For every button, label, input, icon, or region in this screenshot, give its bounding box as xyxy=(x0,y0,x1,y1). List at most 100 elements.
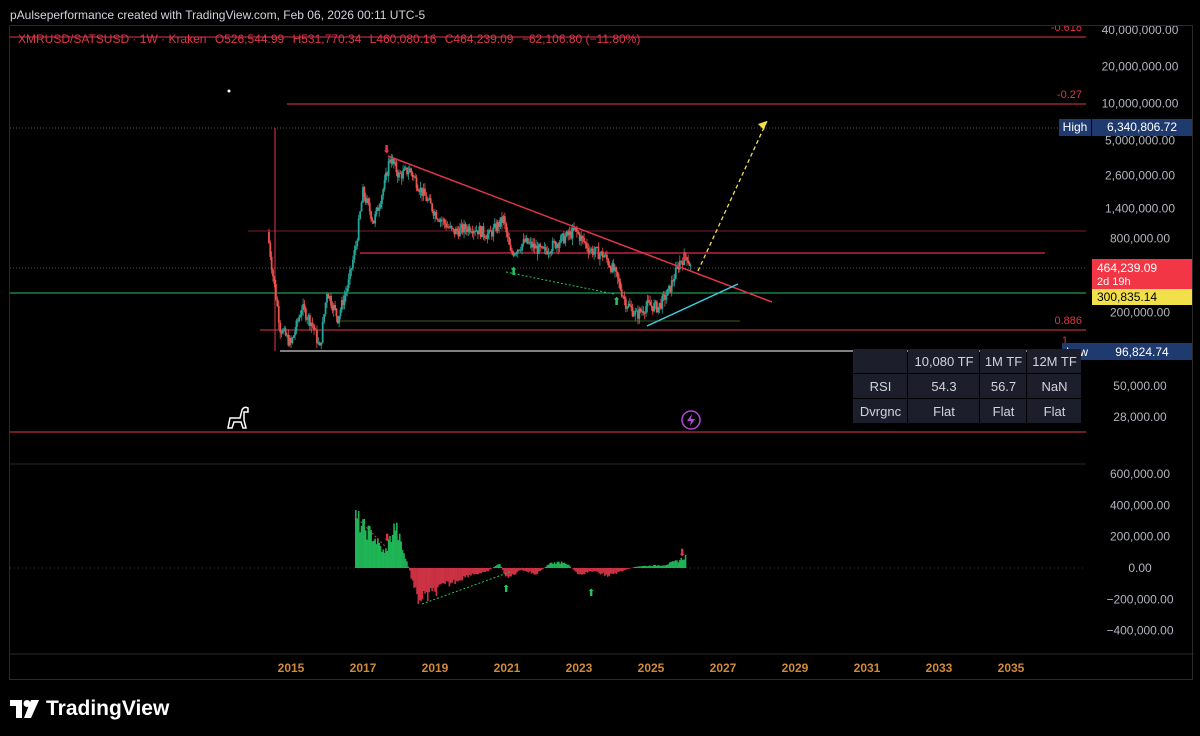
histogram-bar xyxy=(683,559,685,568)
histogram-bar xyxy=(503,568,505,574)
histogram-bar xyxy=(410,568,413,579)
marker-dot xyxy=(227,89,231,93)
candle-body xyxy=(528,242,531,244)
candle-body xyxy=(381,195,383,205)
histogram-bar xyxy=(428,568,431,593)
ind-buy-arrow-1: ⬆ xyxy=(502,584,510,595)
candle-body xyxy=(464,224,467,230)
histogram-bar xyxy=(609,568,612,574)
histogram-bar xyxy=(444,568,446,584)
candle-body xyxy=(304,308,307,320)
x-tick-label: 2019 xyxy=(422,661,449,675)
histogram-bar xyxy=(634,566,636,568)
histogram-bar xyxy=(487,568,490,572)
histogram-bar xyxy=(627,568,629,570)
candle-body xyxy=(615,267,618,272)
histogram-bar xyxy=(530,568,533,574)
candle-body xyxy=(551,240,554,251)
candle-body xyxy=(363,187,366,198)
indicator-axis: 600,000.00 400,000.00 200,000.00 0.00 −200,0… xyxy=(1106,467,1173,638)
histogram-bar xyxy=(398,533,401,568)
histogram-bar xyxy=(396,522,398,568)
legend-close: C464,239.09 xyxy=(445,32,514,46)
candle-body xyxy=(626,307,629,309)
histogram-bar xyxy=(608,568,611,576)
histogram-bar xyxy=(519,568,521,571)
candle-body xyxy=(407,172,410,175)
y-tick-label: 20,000,000.00 xyxy=(1102,60,1179,74)
candle-body xyxy=(387,161,390,176)
candle-body xyxy=(345,291,347,296)
histogram-bar xyxy=(677,562,680,568)
x-tick-label: 2017 xyxy=(350,661,377,675)
ind-buy-arrow-2: ⬆ xyxy=(587,588,595,599)
price-axis: 40,000,000.00 20,000,000.00 10,000,000.00 5… xyxy=(1102,23,1179,424)
tradingview-logo[interactable]: TradingView xyxy=(10,694,169,724)
histogram-bar xyxy=(451,568,454,583)
chart-svg[interactable]: XMRUSD/SATSUSD · 1W · Kraken O526,544.99… xyxy=(10,22,1194,681)
histogram-bar xyxy=(611,568,613,574)
candle-body xyxy=(424,188,426,196)
histogram-bar xyxy=(664,565,667,568)
histogram-bar xyxy=(617,568,619,572)
histogram-bar xyxy=(400,541,402,568)
candle-body xyxy=(353,250,356,260)
candle-body xyxy=(284,328,287,336)
candle-body xyxy=(564,236,567,244)
histogram-bar xyxy=(439,568,442,585)
histogram-bar xyxy=(549,562,551,568)
histogram-bar xyxy=(478,568,481,574)
candle-body xyxy=(482,226,485,236)
chart-panel[interactable]: XMRUSD/SATSUSD · 1W · Kraken O526,544.99… xyxy=(9,22,1194,681)
indicator-y-tick-label: −200,000.00 xyxy=(1106,592,1173,606)
histogram-bar xyxy=(658,565,661,568)
histogram-bar xyxy=(480,568,482,574)
sell-arrow-2017: ⬇ xyxy=(382,144,391,156)
candle-body xyxy=(459,227,461,237)
table-cell-text: 54.3 xyxy=(931,379,956,394)
candle-body xyxy=(294,331,296,336)
histogram-bar xyxy=(558,561,560,568)
histogram-bar xyxy=(529,568,531,572)
svg-text:High: High xyxy=(1063,120,1088,134)
histogram-bar xyxy=(535,568,537,575)
histogram-bar xyxy=(641,565,644,568)
candle-body xyxy=(608,265,611,268)
histogram-bar xyxy=(394,530,397,568)
histogram-bar xyxy=(445,568,448,582)
histogram-bar xyxy=(673,561,675,568)
histogram-bar xyxy=(589,568,592,572)
histogram-bar xyxy=(470,568,472,576)
histogram-bar xyxy=(501,568,504,570)
x-tick-label: 2027 xyxy=(710,661,737,675)
histogram-bar xyxy=(640,566,642,568)
table-cell-text: 1M TF xyxy=(985,354,1022,369)
candle-body xyxy=(689,265,692,267)
histogram-bar xyxy=(473,568,475,575)
histogram-bar xyxy=(679,560,681,568)
candle-body xyxy=(339,309,342,316)
histogram-bar xyxy=(676,560,678,568)
histogram-bar xyxy=(674,560,677,568)
candle-body xyxy=(410,168,413,173)
histogram-bar xyxy=(539,568,541,571)
histogram-bar xyxy=(442,568,445,584)
x-tick-label: 2035 xyxy=(998,661,1025,675)
histogram-bar xyxy=(490,568,492,569)
candle-body xyxy=(593,251,596,255)
candle-body xyxy=(642,310,645,314)
svg-text:2d 19h: 2d 19h xyxy=(1097,276,1131,288)
histogram-bar xyxy=(545,566,547,568)
candle-body xyxy=(273,276,276,284)
candle-body xyxy=(403,168,406,171)
histogram-bar xyxy=(356,518,359,568)
candle-body xyxy=(352,259,354,269)
table-cell-text: Flat xyxy=(1044,404,1066,419)
candle-body xyxy=(395,162,398,173)
candle-body xyxy=(623,296,626,299)
candle-body xyxy=(291,337,294,344)
candle-body xyxy=(558,242,561,248)
candle-body xyxy=(588,250,591,253)
downtrend-line xyxy=(387,155,773,303)
candle-body xyxy=(282,329,284,334)
